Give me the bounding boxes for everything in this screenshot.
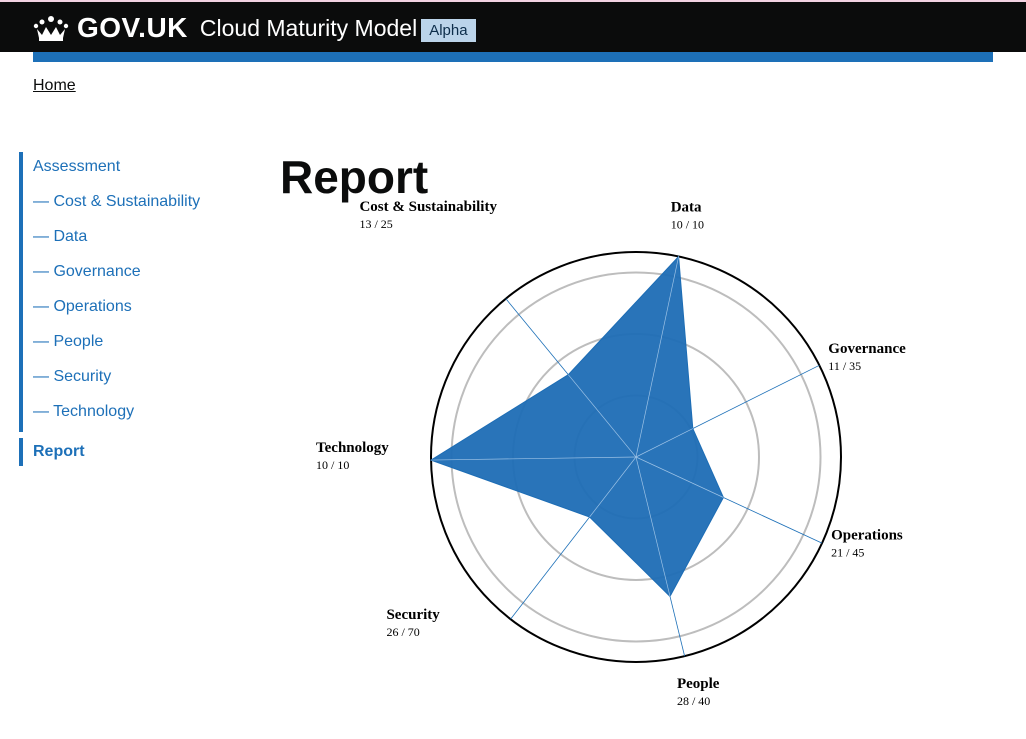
axis-label-name: Technology: [316, 440, 389, 456]
nav-cost-sustainability[interactable]: — Cost & Sustainability: [33, 187, 249, 222]
service-name[interactable]: Cloud Maturity Model: [200, 15, 417, 42]
axis-label-score: 11 / 35: [828, 359, 861, 373]
page-title: Report: [280, 151, 429, 203]
axis-label-score: 26 / 70: [386, 625, 419, 639]
radar-chart: Data 10 / 10 Governance 11 / 35 Operations 21…: [316, 200, 906, 708]
axis-label-name: People: [677, 676, 720, 692]
axis-label-score: 10 / 10: [316, 458, 349, 472]
axis-label-score: 10 / 10: [671, 218, 704, 232]
nav-operations[interactable]: — Operations: [33, 292, 249, 327]
breadcrumb: Home: [33, 77, 76, 95]
breadcrumb-home-link[interactable]: Home: [33, 77, 76, 94]
axis-label-name: Cost & Sustainability: [359, 200, 497, 215]
header-inner: GOV.UK Cloud Maturity Model Alpha: [33, 2, 476, 54]
nav-people[interactable]: — People: [33, 327, 249, 362]
header-accent-bar: [33, 52, 993, 62]
nav-security[interactable]: — Security: [33, 362, 249, 397]
axis-label-score: 21 / 45: [831, 545, 864, 559]
axis-label-name: Data: [671, 200, 702, 216]
phase-tag: Alpha: [421, 18, 476, 42]
nav-data[interactable]: — Data: [33, 222, 249, 257]
axis-label-name: Security: [386, 607, 440, 623]
nav-assessment[interactable]: Assessment: [33, 152, 249, 187]
govuk-logo-text[interactable]: GOV.UK: [77, 12, 188, 44]
nav-assessment-group: Assessment — Cost & Sustainability — Dat…: [19, 152, 249, 432]
nav-report-group: Report: [19, 438, 249, 466]
nav-report[interactable]: Report: [33, 438, 249, 466]
header: GOV.UK Cloud Maturity Model Alpha: [0, 0, 1026, 52]
crown-icon[interactable]: [33, 15, 69, 41]
nav-technology[interactable]: — Technology: [33, 397, 249, 432]
axis-label-name: Governance: [828, 341, 906, 357]
side-navigation: Assessment — Cost & Sustainability — Dat…: [19, 152, 249, 466]
nav-governance[interactable]: — Governance: [33, 257, 249, 292]
axis-label-score: 13 / 25: [359, 217, 392, 231]
axis-label-name: Operations: [831, 527, 903, 543]
axis-label-score: 28 / 40: [677, 694, 710, 708]
